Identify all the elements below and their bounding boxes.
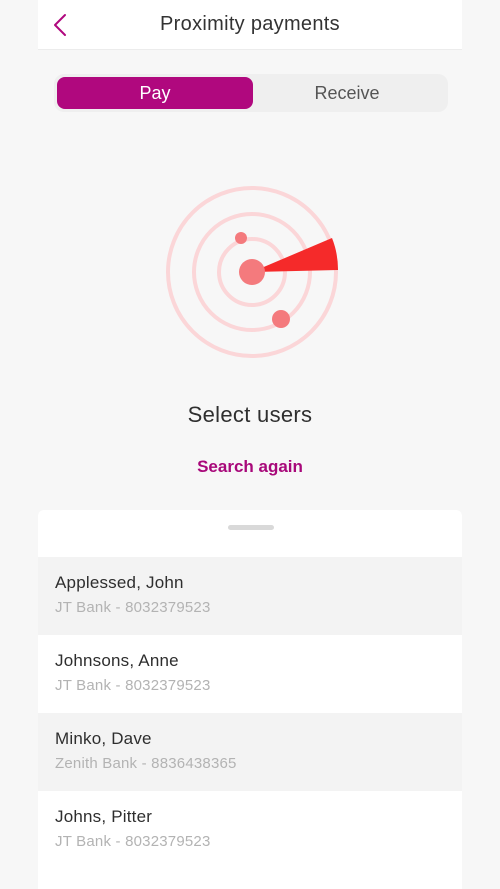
- select-users-heading: Select users: [187, 402, 313, 427]
- radar-user-dot: [235, 232, 247, 244]
- user-bank-account: JT Bank - 8032379523: [55, 677, 211, 694]
- tab-receive[interactable]: Receive: [249, 77, 445, 109]
- search-again-button[interactable]: Search again: [0, 457, 500, 477]
- sheet-drag-handle[interactable]: [228, 525, 274, 530]
- users-bottom-sheet: Applessed, John JT Bank - 8032379523 Joh…: [38, 510, 462, 889]
- user-bank-account: JT Bank - 8032379523: [55, 833, 211, 850]
- list-item[interactable]: Johnsons, Anne JT Bank - 8032379523: [38, 635, 462, 713]
- radar-center-dot: [239, 259, 265, 285]
- users-list: Applessed, John JT Bank - 8032379523 Joh…: [38, 557, 462, 869]
- user-name: Johnsons, Anne: [55, 651, 179, 670]
- header-bar: Proximity payments: [38, 0, 462, 50]
- user-name: Applessed, John: [55, 573, 184, 592]
- pay-receive-toggle: Pay Receive: [54, 74, 448, 112]
- radar-user-dot: [272, 310, 290, 328]
- user-name: Johns, Pitter: [55, 807, 153, 826]
- user-bank-account: Zenith Bank - 8836438365: [55, 755, 237, 772]
- radar-icon: [166, 186, 339, 358]
- page-title: Proximity payments: [160, 13, 340, 35]
- tab-pay[interactable]: Pay: [57, 77, 253, 109]
- list-item[interactable]: Minko, Dave Zenith Bank - 8836438365: [38, 713, 462, 791]
- list-item[interactable]: Johns, Pitter JT Bank - 8032379523: [38, 791, 462, 869]
- user-name: Minko, Dave: [55, 729, 152, 748]
- user-bank-account: JT Bank - 8032379523: [55, 599, 211, 616]
- list-item[interactable]: Applessed, John JT Bank - 8032379523: [38, 557, 462, 635]
